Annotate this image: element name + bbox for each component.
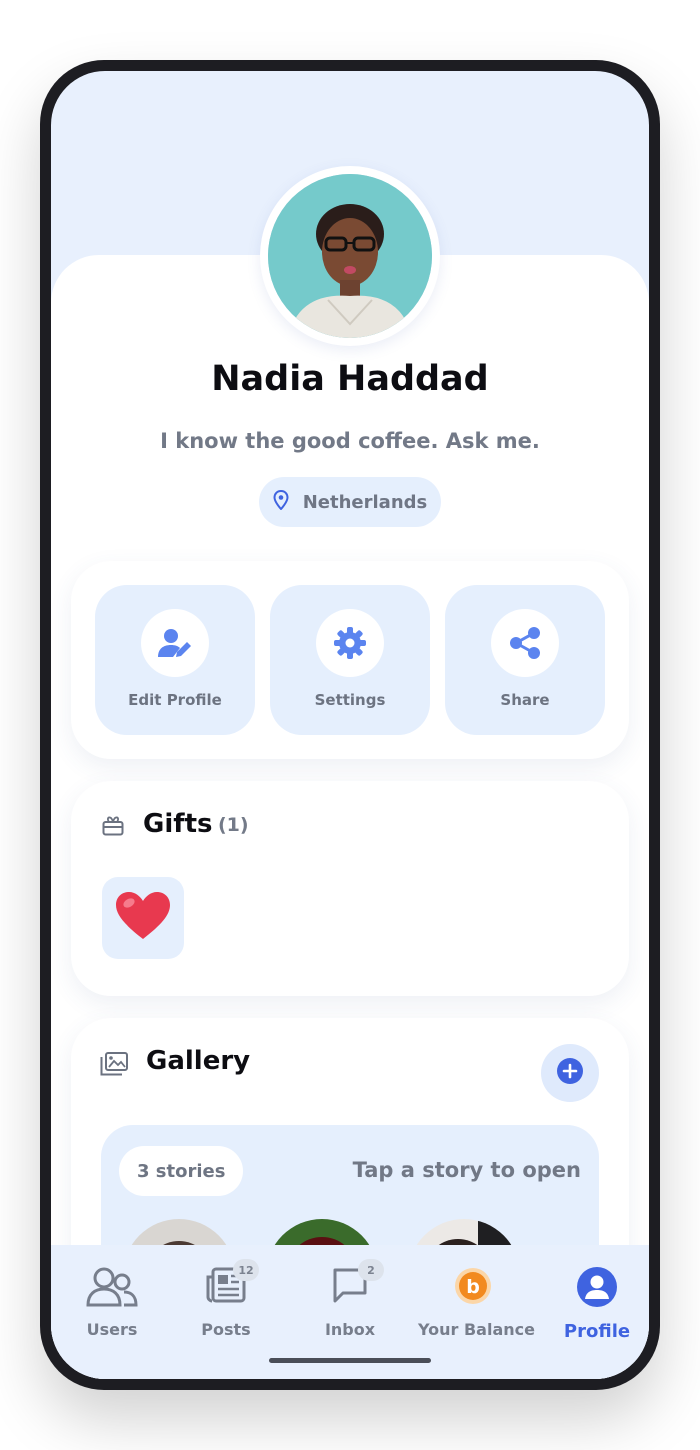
tab-users[interactable]: Users <box>57 1245 167 1355</box>
profile-bio: I know the good coffee. Ask me. <box>160 429 540 453</box>
screen: Nadia Haddad I know the good coffee. Ask… <box>51 71 649 1379</box>
gear-icon <box>316 609 384 677</box>
edit-profile-label: Edit Profile <box>128 691 222 709</box>
user-edit-icon <box>141 609 209 677</box>
gallery-title: Gallery <box>146 1046 251 1076</box>
stories-hint: Tap a story to open <box>352 1158 581 1182</box>
share-button[interactable]: Share <box>445 585 605 735</box>
location-pin-icon <box>273 489 289 514</box>
profile-actions-card: Edit Profile Settings Share <box>71 561 629 759</box>
gallery-icon <box>100 1052 128 1080</box>
avatar-photo <box>268 174 432 338</box>
add-story-button[interactable] <box>541 1044 599 1102</box>
settings-label: Settings <box>314 691 386 709</box>
tab-users-label: Users <box>86 1320 138 1339</box>
phone-frame: Nadia Haddad I know the good coffee. Ask… <box>40 60 660 1390</box>
plus-icon <box>556 1057 584 1089</box>
gifts-count: (1) <box>218 814 249 836</box>
location-text: Netherlands <box>302 491 428 513</box>
svg-text:b: b <box>466 1276 480 1298</box>
location-badge: Netherlands <box>259 477 441 527</box>
tab-profile-label: Profile <box>563 1321 631 1342</box>
avatar[interactable] <box>260 166 440 346</box>
tab-your-balance-label: Your Balance <box>418 1320 535 1339</box>
tab-inbox-label: Inbox <box>324 1320 376 1339</box>
tab-inbox[interactable]: 2 Inbox <box>295 1245 405 1355</box>
settings-button[interactable]: Settings <box>270 585 430 735</box>
gifts-title: Gifts <box>143 809 213 839</box>
tab-posts-label: Posts <box>201 1320 251 1339</box>
inbox-badge: 2 <box>358 1259 384 1281</box>
gift-icon <box>102 816 124 840</box>
home-indicator[interactable] <box>269 1358 431 1363</box>
profile-name: Nadia Haddad <box>211 359 489 399</box>
coin-icon: b <box>418 1267 528 1305</box>
newspaper-icon <box>171 1267 281 1303</box>
tab-your-balance[interactable]: b Your Balance <box>418 1245 535 1355</box>
gift-item[interactable] <box>102 877 184 959</box>
stories-count: 3 stories <box>119 1146 244 1196</box>
users-icon <box>57 1267 167 1307</box>
heart-icon <box>115 891 171 945</box>
chat-icon <box>295 1267 405 1303</box>
share-label: Share <box>500 691 550 709</box>
profile-icon <box>542 1267 649 1307</box>
tab-posts[interactable]: 12 Posts <box>171 1245 281 1355</box>
gifts-card: Gifts (1) <box>71 781 629 996</box>
tab-profile[interactable]: Profile <box>542 1245 649 1355</box>
edit-profile-button[interactable]: Edit Profile <box>95 585 255 735</box>
posts-badge: 12 <box>233 1259 259 1281</box>
share-icon <box>491 609 559 677</box>
